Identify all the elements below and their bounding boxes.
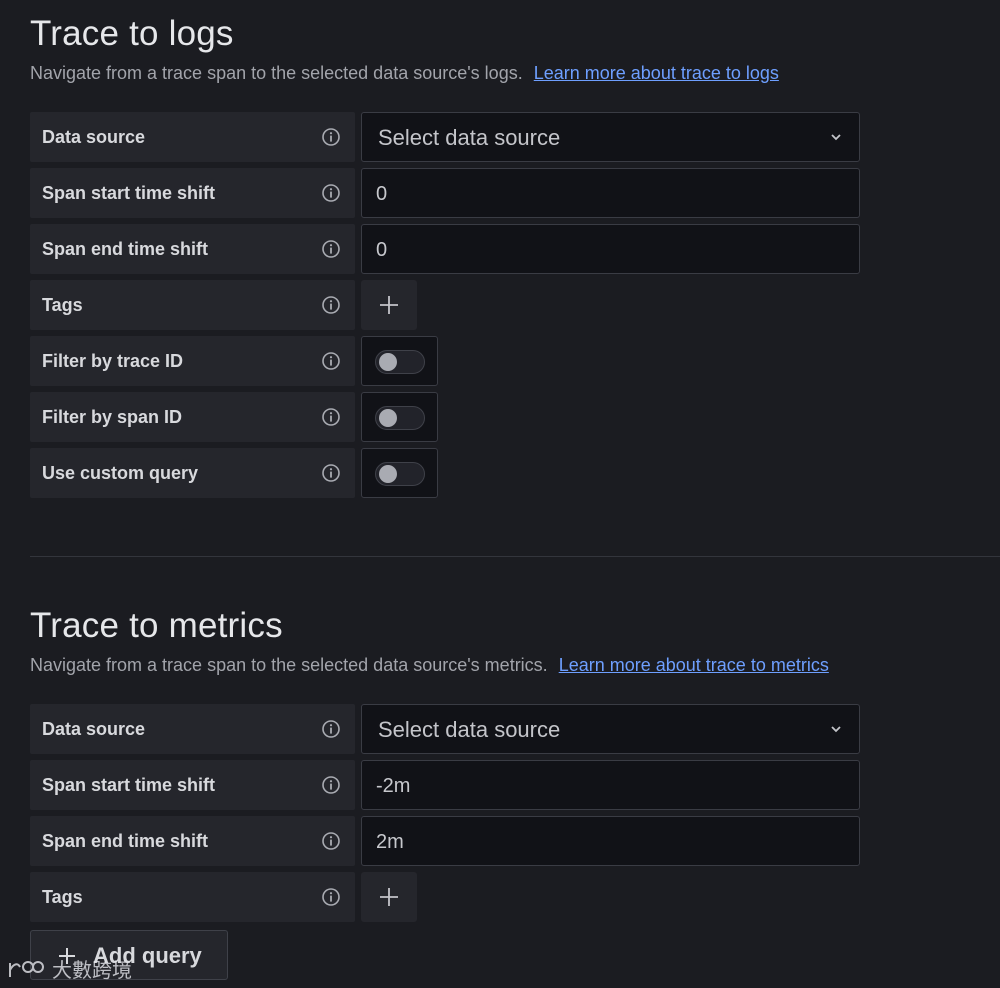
field-label: Tags (30, 280, 355, 330)
watermark-logo-icon (9, 961, 44, 977)
metrics-end-shift-row: Span end time shift 2m (30, 816, 1000, 866)
logs-start-shift-input[interactable]: 0 (361, 168, 860, 218)
add-tag-button[interactable] (361, 872, 417, 922)
field-label-text: Data source (42, 719, 146, 739)
info-circle-icon[interactable] (321, 831, 341, 851)
field-label: Span end time shift (30, 816, 355, 866)
info-circle-icon[interactable] (321, 887, 341, 907)
field-label: Span start time shift (30, 168, 355, 218)
description-text: Navigate from a trace span to the select… (30, 63, 523, 83)
learn-more-logs-link[interactable]: Learn more about trace to logs (534, 63, 779, 83)
input-value: -2m (376, 775, 411, 797)
field-label-text: Span start time shift (42, 775, 216, 795)
field-label: Data source (30, 704, 355, 754)
switch-track[interactable] (375, 350, 425, 374)
field-label-text: Filter by span ID (42, 407, 183, 427)
input-value: 0 (376, 183, 388, 205)
info-circle-icon[interactable] (321, 775, 341, 795)
field-label: Filter by span ID (30, 392, 355, 442)
add-tag-button[interactable] (361, 280, 417, 330)
watermark: 大數跨境 (6, 955, 132, 985)
metrics-end-shift-input[interactable]: 2m (361, 816, 860, 866)
learn-more-metrics-link[interactable]: Learn more about trace to metrics (559, 655, 829, 675)
field-label-text: Filter by trace ID (42, 351, 184, 371)
info-circle-icon[interactable] (321, 407, 341, 427)
field-label-text: Tags (42, 295, 83, 315)
switch-track[interactable] (375, 406, 425, 430)
switch-knob (379, 465, 397, 483)
switch-knob (379, 409, 397, 427)
section-description: Navigate from a trace span to the select… (30, 62, 1000, 84)
logs-custom-query-row: Use custom query (30, 448, 1000, 498)
info-circle-icon[interactable] (321, 127, 341, 147)
info-circle-icon[interactable] (321, 183, 341, 203)
section-title: Trace to metrics (30, 606, 283, 645)
logs-datasource-row: Data source Select data source (30, 112, 1000, 162)
metrics-tags-row: Tags (30, 872, 1000, 922)
metrics-start-shift-input[interactable]: -2m (361, 760, 860, 810)
watermark-text: 大數跨境 (52, 958, 132, 982)
chevron-down-icon (831, 134, 841, 141)
field-label: Tags (30, 872, 355, 922)
field-label: Span start time shift (30, 760, 355, 810)
info-circle-icon[interactable] (321, 351, 341, 371)
filter-by-trace-id-switch[interactable] (361, 336, 438, 386)
chevron-down-icon (831, 726, 841, 733)
section-description: Navigate from a trace span to the select… (30, 654, 1000, 676)
description-text: Navigate from a trace span to the select… (30, 655, 548, 675)
field-label: Span end time shift (30, 224, 355, 274)
logs-start-shift-row: Span start time shift 0 (30, 168, 1000, 218)
info-circle-icon[interactable] (321, 463, 341, 483)
input-value: 0 (376, 239, 388, 261)
section-divider (30, 556, 1000, 557)
logs-end-shift-input[interactable]: 0 (361, 224, 860, 274)
trace-to-metrics-section: Trace to metrics Navigate from a trace s… (30, 606, 1000, 922)
field-label-text: Tags (42, 887, 83, 907)
field-label-text: Use custom query (42, 463, 199, 483)
plus-icon (380, 296, 398, 314)
logs-filter-span-row: Filter by span ID (30, 392, 1000, 442)
switch-knob (379, 353, 397, 371)
field-label: Data source (30, 112, 355, 162)
info-circle-icon[interactable] (321, 295, 341, 315)
logs-filter-trace-row: Filter by trace ID (30, 336, 1000, 386)
filter-by-span-id-switch[interactable] (361, 392, 438, 442)
section-title: Trace to logs (30, 14, 234, 53)
info-circle-icon[interactable] (321, 239, 341, 259)
trace-to-logs-section: Trace to logs Navigate from a trace span… (30, 14, 1000, 498)
metrics-datasource-select[interactable]: Select data source (361, 704, 860, 754)
field-label-text: Data source (42, 127, 146, 147)
use-custom-query-switch[interactable] (361, 448, 438, 498)
metrics-datasource-row: Data source Select data source (30, 704, 1000, 754)
switch-track[interactable] (375, 462, 425, 486)
info-circle-icon[interactable] (321, 719, 341, 739)
field-label: Use custom query (30, 448, 355, 498)
plus-icon (380, 888, 398, 906)
field-label-text: Span end time shift (42, 831, 209, 851)
select-placeholder: Select data source (378, 125, 561, 150)
field-label-text: Span end time shift (42, 239, 209, 259)
select-placeholder: Select data source (378, 717, 561, 742)
field-label-text: Span start time shift (42, 183, 216, 203)
field-label: Filter by trace ID (30, 336, 355, 386)
metrics-start-shift-row: Span start time shift -2m (30, 760, 1000, 810)
input-value: 2m (376, 831, 404, 853)
logs-datasource-select[interactable]: Select data source (361, 112, 860, 162)
logs-end-shift-row: Span end time shift 0 (30, 224, 1000, 274)
logs-tags-row: Tags (30, 280, 1000, 330)
